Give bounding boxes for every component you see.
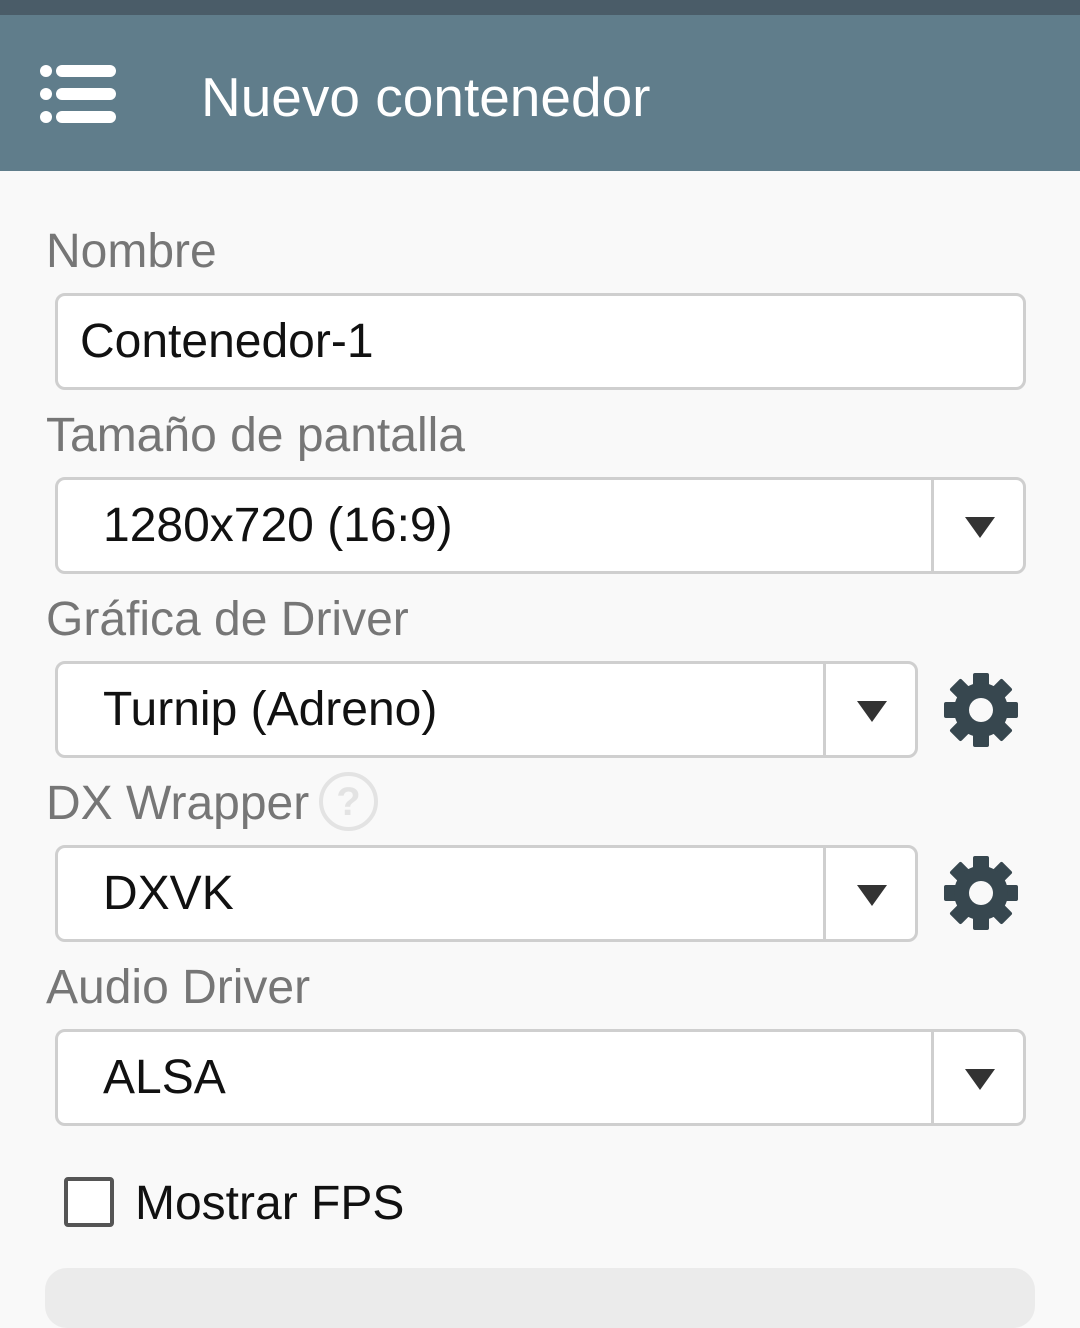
- gear-icon[interactable]: [943, 855, 1019, 931]
- screen-size-select[interactable]: 1280x720 (16:9): [55, 477, 1026, 574]
- show-fps-checkbox[interactable]: [64, 1177, 114, 1227]
- svg-text:?: ?: [336, 780, 360, 824]
- dx-wrapper-value: DXVK: [103, 867, 234, 920]
- status-bar: [0, 0, 1080, 15]
- graphics-driver-value: Turnip (Adreno): [103, 683, 438, 736]
- screen-size-value: 1280x720 (16:9): [103, 499, 453, 552]
- gear-icon[interactable]: [943, 672, 1019, 748]
- bottom-panel: [45, 1268, 1035, 1328]
- audio-driver-select[interactable]: ALSA: [55, 1029, 1026, 1126]
- name-label: Nombre: [46, 225, 217, 278]
- graphics-driver-label: Gráfica de Driver: [46, 593, 409, 646]
- audio-driver-label: Audio Driver: [46, 961, 311, 1014]
- app-bar: Nuevo contenedor: [0, 15, 1080, 171]
- dropdown-arrow-icon: [965, 517, 995, 538]
- select-divider: [931, 1032, 934, 1123]
- page-title: Nuevo contenedor: [201, 66, 651, 128]
- select-divider: [931, 480, 934, 571]
- help-icon[interactable]: ?: [318, 771, 379, 832]
- dx-wrapper-label: DX Wrapper: [46, 777, 310, 830]
- list-menu-icon[interactable]: [38, 63, 118, 125]
- dx-wrapper-select[interactable]: DXVK: [55, 845, 918, 942]
- show-fps-label[interactable]: Mostrar FPS: [135, 1176, 404, 1232]
- screen-size-label: Tamaño de pantalla: [46, 409, 465, 462]
- container-name-input[interactable]: [55, 293, 1026, 390]
- select-divider: [823, 848, 826, 939]
- graphics-driver-select[interactable]: Turnip (Adreno): [55, 661, 918, 758]
- dropdown-arrow-icon: [965, 1069, 995, 1090]
- select-divider: [823, 664, 826, 755]
- dropdown-arrow-icon: [857, 885, 887, 906]
- audio-driver-value: ALSA: [103, 1051, 226, 1104]
- dropdown-arrow-icon: [857, 701, 887, 722]
